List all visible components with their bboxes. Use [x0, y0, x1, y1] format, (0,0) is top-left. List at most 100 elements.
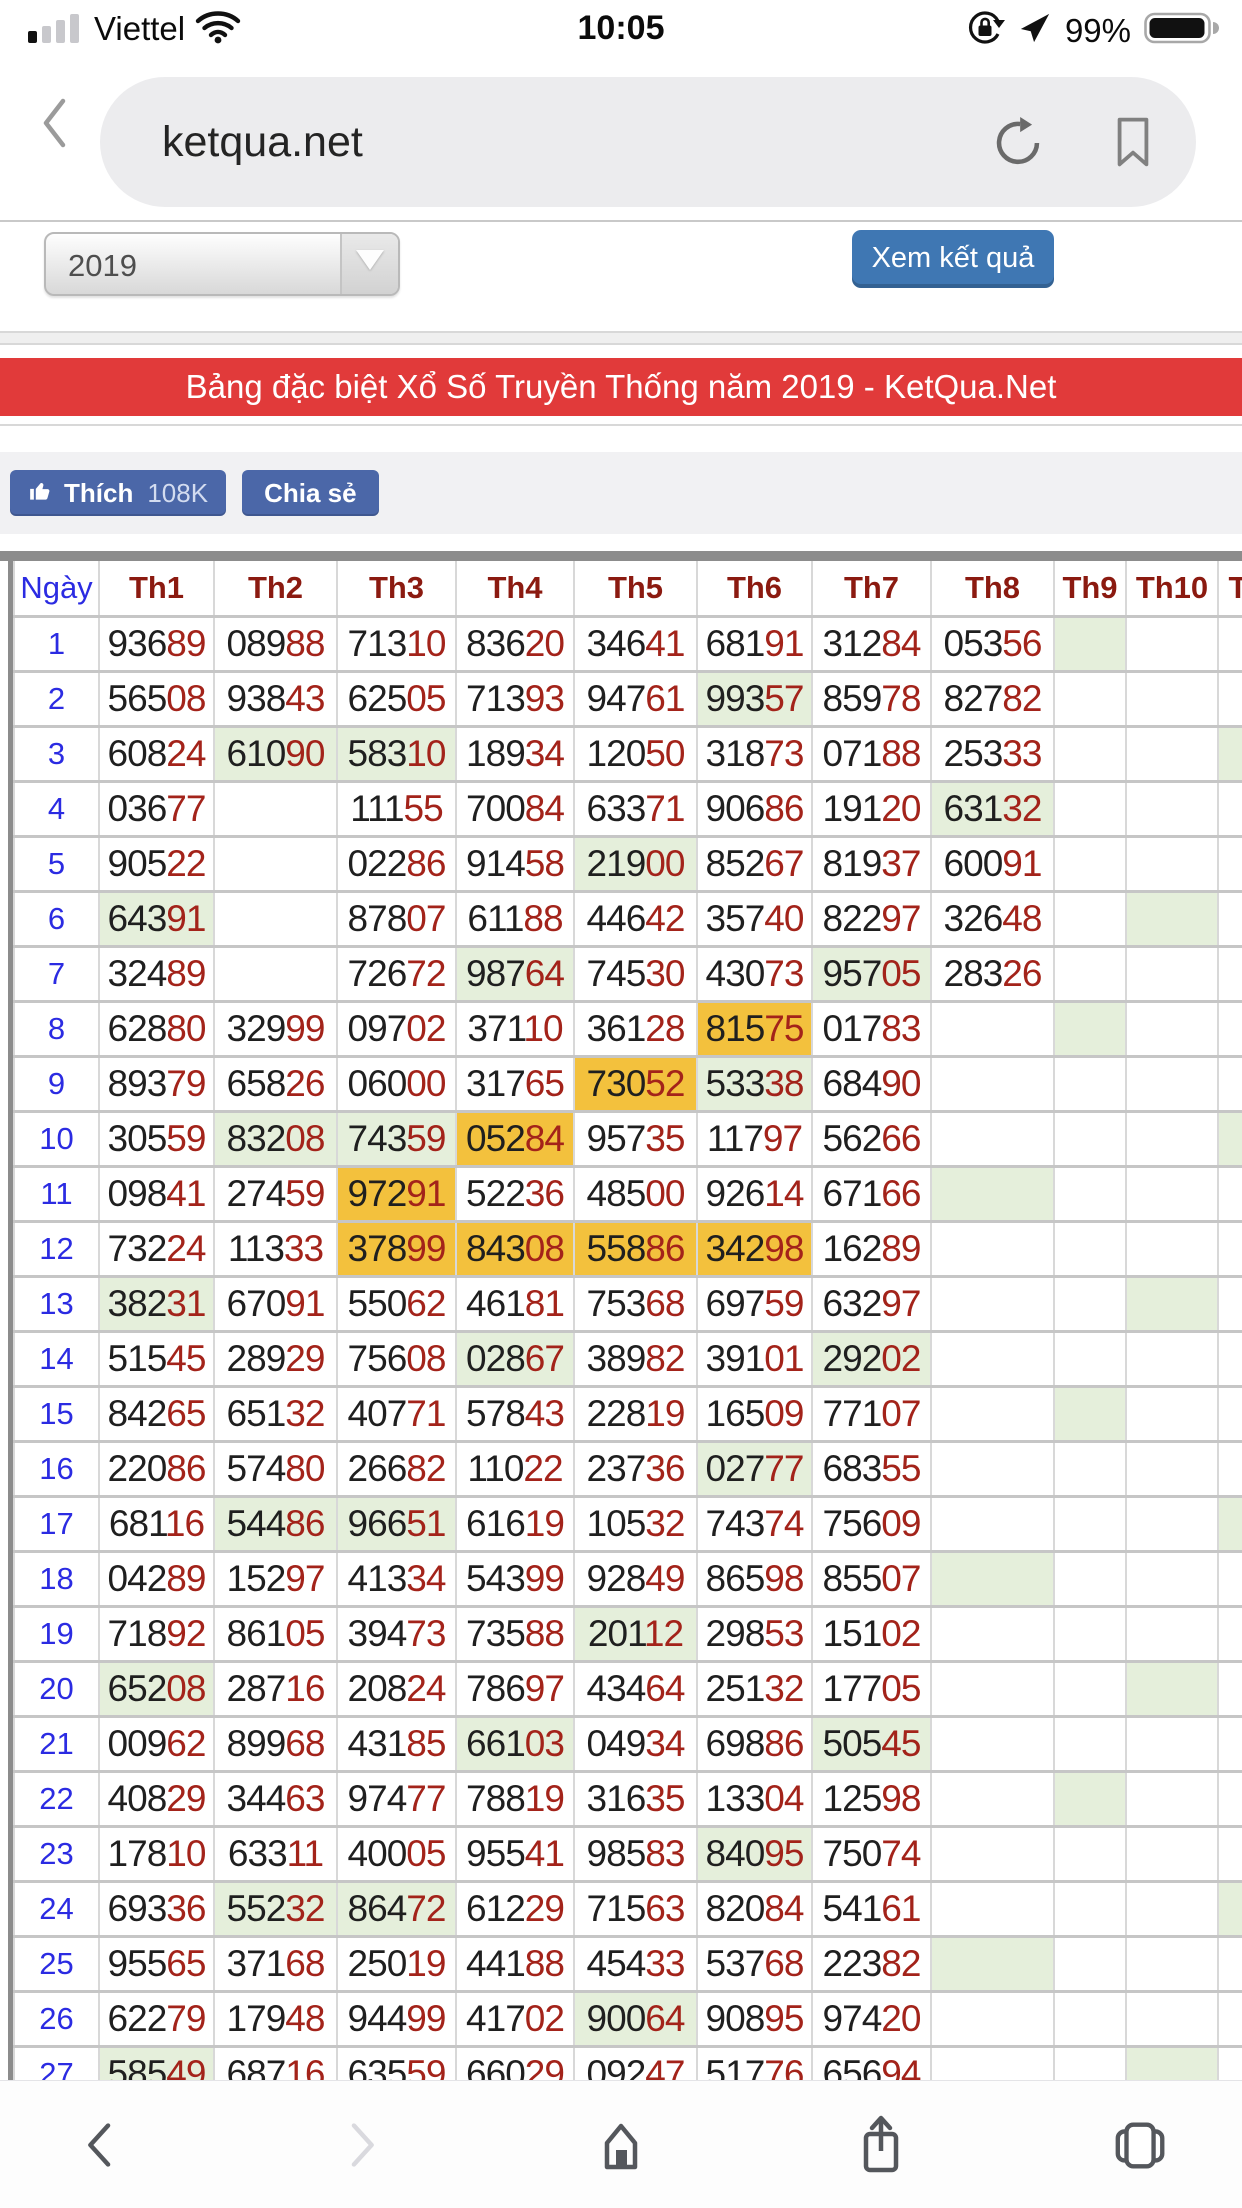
result-cell	[214, 782, 337, 837]
result-cell: 94499	[337, 1992, 456, 2047]
result-cell: 90522	[99, 837, 214, 892]
result-cell: 20112	[574, 1607, 697, 1662]
result-cell: 89379	[99, 1057, 214, 1112]
result-cell: 86598	[697, 1552, 812, 1607]
back-chevron-icon[interactable]	[38, 94, 70, 157]
result-cell	[931, 1222, 1054, 1277]
result-cell	[1054, 1882, 1126, 1937]
result-cell: 39473	[337, 1607, 456, 1662]
column-header: Th9	[1054, 561, 1126, 617]
toolbar-tabs-icon[interactable]	[1106, 2105, 1176, 2185]
reload-icon[interactable]	[992, 117, 1044, 174]
result-cell: 54161	[812, 1882, 931, 1937]
result-cell: 71892	[99, 1607, 214, 1662]
day-cell: 26	[14, 1992, 99, 2047]
view-results-button[interactable]: Xem kết quả	[852, 230, 1054, 288]
result-cell	[1218, 947, 1242, 1002]
day-cell: 23	[14, 1827, 99, 1882]
result-cell: 67166	[812, 1167, 931, 1222]
result-cell: 69886	[697, 1717, 812, 1772]
result-cell	[1054, 1607, 1126, 1662]
table-row: 1768116544869665161619105327437475609	[14, 1497, 1242, 1552]
year-select[interactable]: 2019	[44, 232, 400, 296]
result-cell: 52236	[456, 1167, 574, 1222]
result-cell: 75368	[574, 1277, 697, 1332]
day-cell: 20	[14, 1662, 99, 1717]
result-cell: 68490	[812, 1057, 931, 1112]
result-cell: 39101	[697, 1332, 812, 1387]
result-cell: 55062	[337, 1277, 456, 1332]
toolbar-back-icon[interactable]	[66, 2105, 136, 2185]
result-cell: 72672	[337, 947, 456, 1002]
result-cell	[931, 1662, 1054, 1717]
table-row: 1584265651324077157843228191650977107	[14, 1387, 1242, 1442]
result-cell: 97477	[337, 1772, 456, 1827]
day-cell: 18	[14, 1552, 99, 1607]
table-row: 2565089384362505713939476199357859788278…	[14, 672, 1242, 727]
result-cell: 85267	[697, 837, 812, 892]
bookmark-icon[interactable]	[1114, 115, 1152, 174]
result-cell: 03677	[99, 782, 214, 837]
day-cell: 5	[14, 837, 99, 892]
result-cell	[1218, 1332, 1242, 1387]
result-cell	[1126, 1717, 1218, 1772]
result-cell: 61090	[214, 727, 337, 782]
status-bar: Viettel 10:05	[0, 0, 1242, 56]
result-cell: 82297	[812, 892, 931, 947]
result-cell: 44642	[574, 892, 697, 947]
toolbar-forward-icon[interactable]	[326, 2105, 396, 2185]
column-header: Th10	[1126, 561, 1218, 617]
result-cell: 22382	[812, 1937, 931, 1992]
result-cell: 43464	[574, 1662, 697, 1717]
result-cell: 50545	[812, 1717, 931, 1772]
result-cell	[1218, 1717, 1242, 1772]
result-cell	[1126, 1552, 1218, 1607]
table-row: 2240829344639747778819316351330412598	[14, 1772, 1242, 1827]
result-cell: 68116	[99, 1497, 214, 1552]
result-cell	[1054, 1442, 1126, 1497]
url-text: ketqua.net	[162, 118, 363, 167]
result-cell	[1054, 892, 1126, 947]
result-cell: 09702	[337, 1002, 456, 1057]
result-cell: 53338	[697, 1057, 812, 1112]
result-cell: 67091	[214, 1277, 337, 1332]
fb-share-button[interactable]: Chia sẻ	[242, 470, 379, 516]
result-cell: 11022	[456, 1442, 574, 1497]
result-cell	[1218, 1992, 1242, 2047]
result-cell	[1126, 1772, 1218, 1827]
address-bar[interactable]: ketqua.net	[100, 77, 1196, 207]
fb-like-button[interactable]: Thích 108K	[10, 470, 226, 516]
table-row: 1971892861053947373588201122985315102	[14, 1607, 1242, 1662]
result-cell: 73224	[99, 1222, 214, 1277]
result-cell: 90895	[697, 1992, 812, 2047]
table-row: 2469336552328647261229715638208454161	[14, 1882, 1242, 1937]
result-cell: 71310	[337, 617, 456, 672]
result-cell: 77107	[812, 1387, 931, 1442]
day-cell: 21	[14, 1717, 99, 1772]
result-cell: 90686	[697, 782, 812, 837]
day-cell: 24	[14, 1882, 99, 1937]
result-cell	[1126, 1277, 1218, 1332]
result-cell: 22819	[574, 1387, 697, 1442]
toolbar-share-icon[interactable]	[846, 2105, 916, 2185]
result-cell	[1218, 1167, 1242, 1222]
result-cell: 25333	[931, 727, 1054, 782]
result-cell: 98764	[456, 947, 574, 1002]
table-row: 1804289152974133454399928498659885507	[14, 1552, 1242, 1607]
result-cell: 58310	[337, 727, 456, 782]
result-cell	[1054, 672, 1126, 727]
result-cell: 98583	[574, 1827, 697, 1882]
result-cell: 34298	[697, 1222, 812, 1277]
result-cell	[931, 1167, 1054, 1222]
result-cell	[1054, 617, 1126, 672]
result-cell: 56508	[99, 672, 214, 727]
toolbar-home-icon[interactable]	[586, 2105, 656, 2185]
page-title: Bảng đặc biệt Xổ Số Truyền Thống năm 201…	[0, 358, 1242, 416]
result-cell: 51545	[99, 1332, 214, 1387]
result-cell	[1054, 947, 1126, 1002]
result-cell	[1218, 1937, 1242, 1992]
result-cell	[1218, 1662, 1242, 1717]
result-cell	[1126, 1057, 1218, 1112]
day-cell: 7	[14, 947, 99, 1002]
result-cell: 10532	[574, 1497, 697, 1552]
